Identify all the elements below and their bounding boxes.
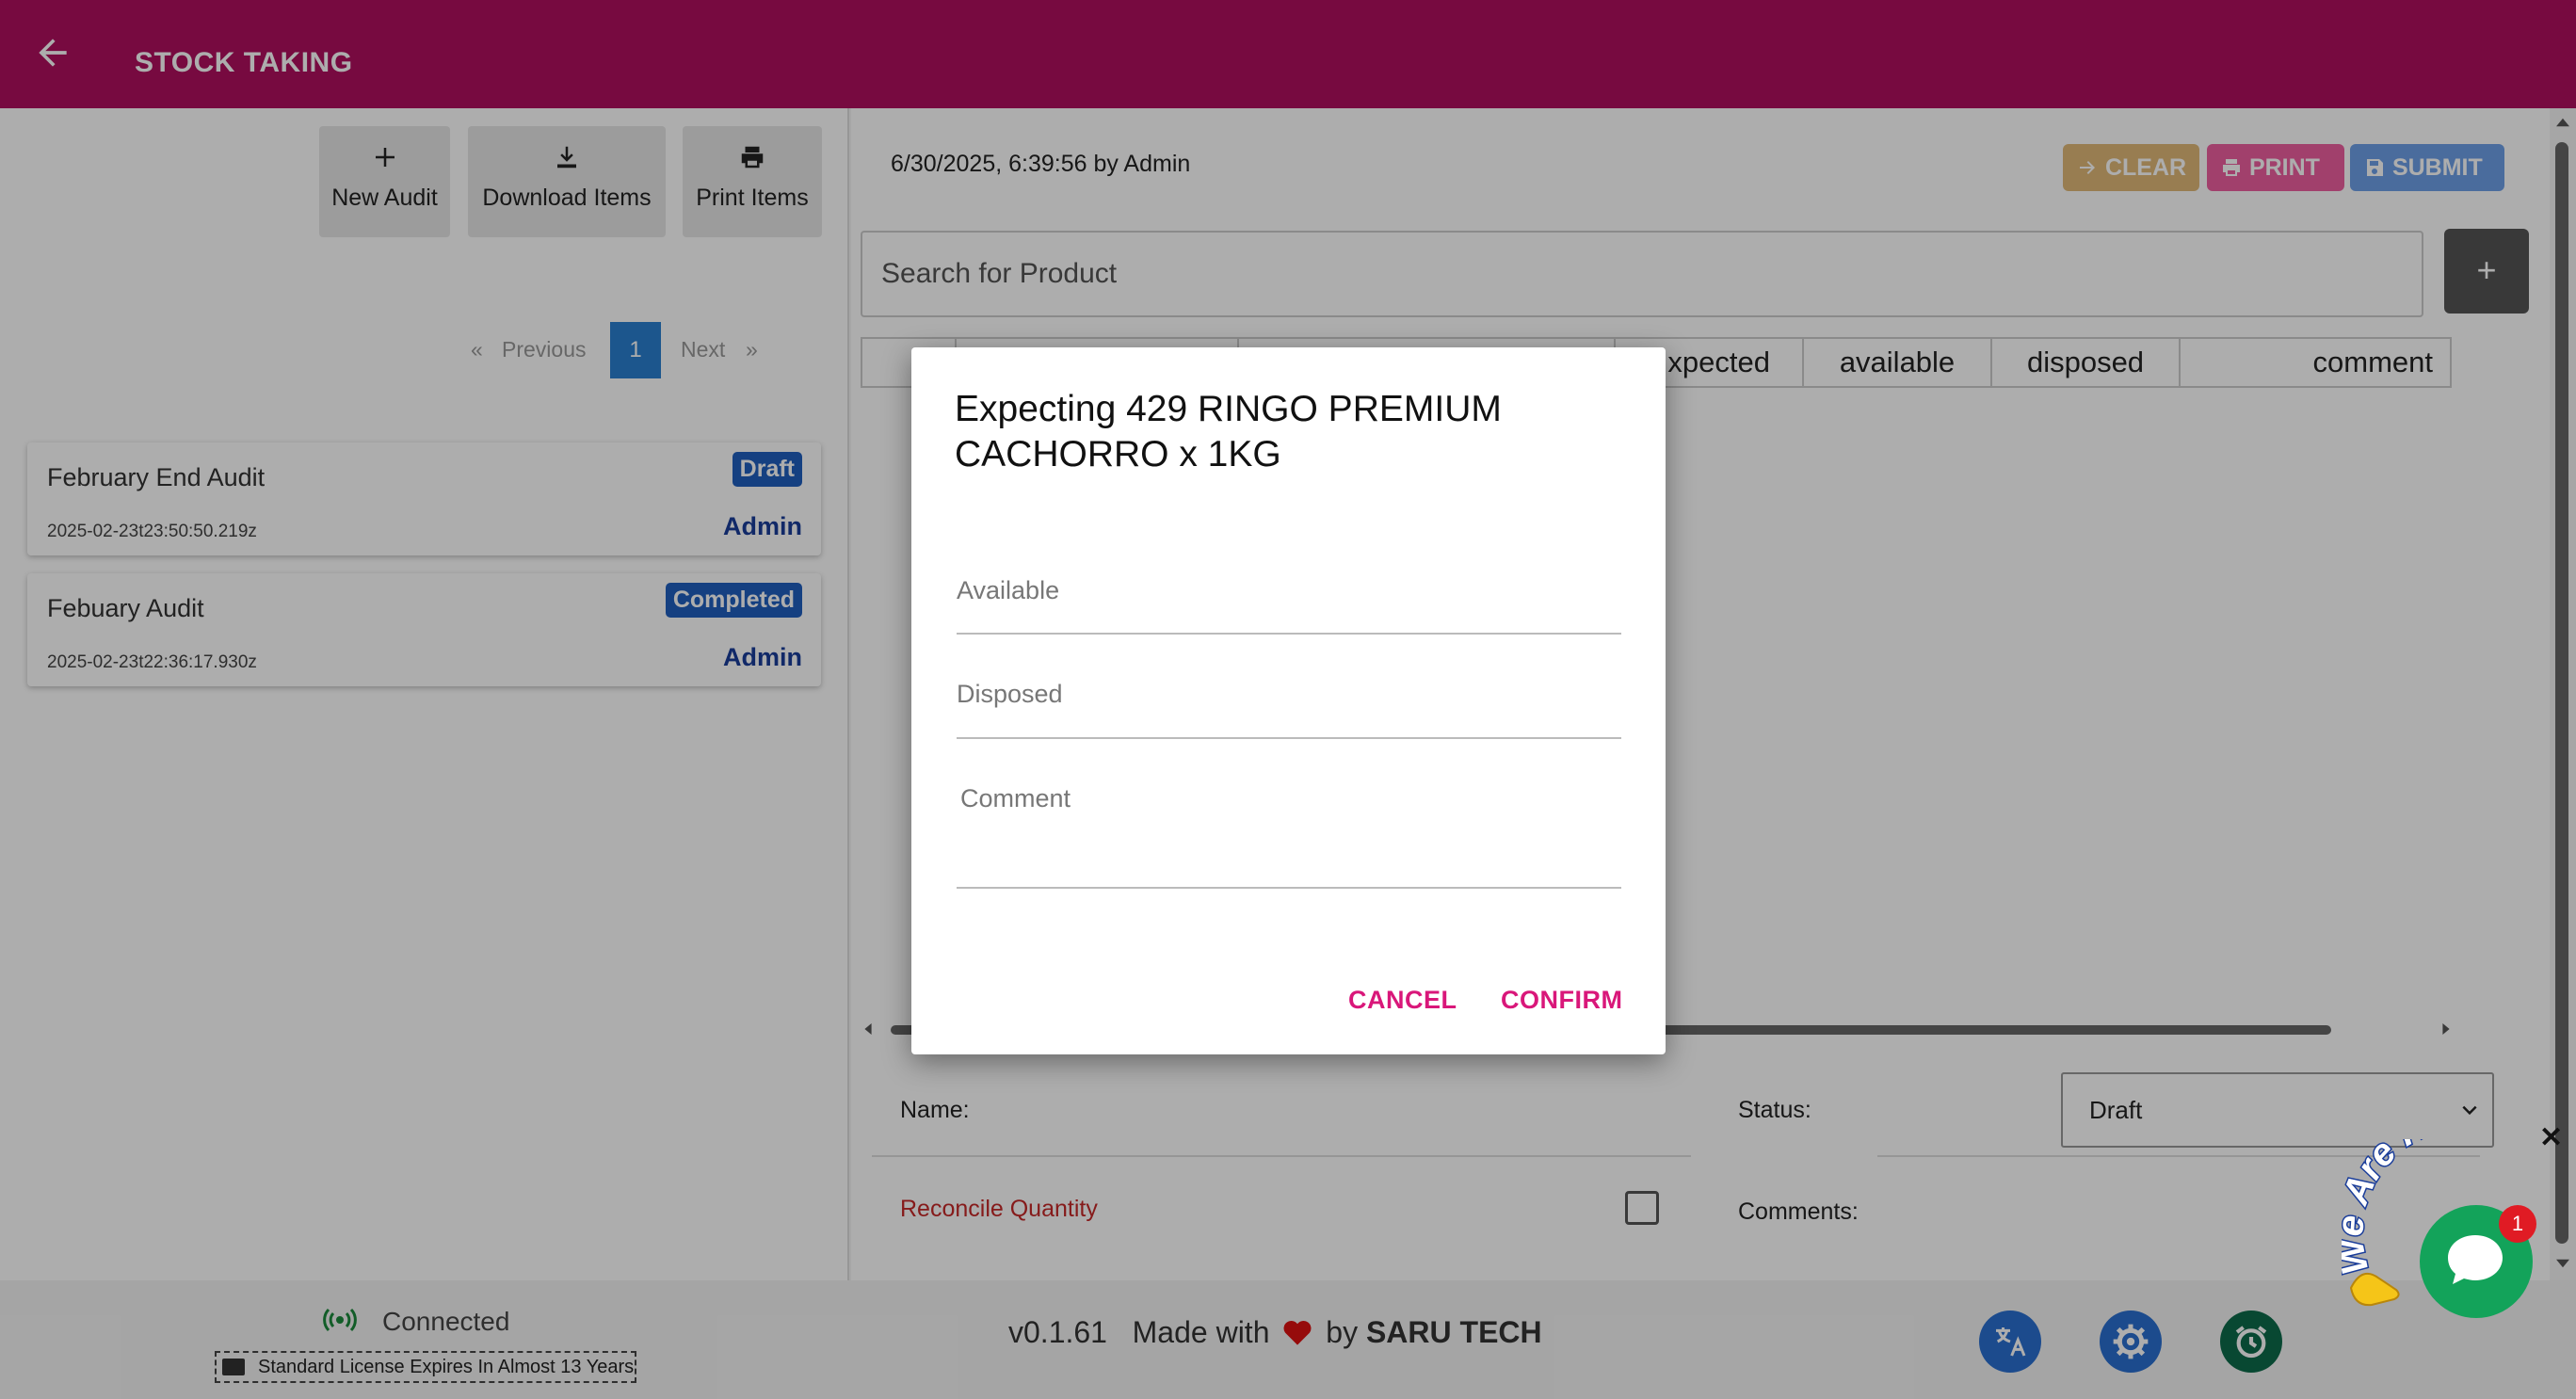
waving-hand-icon [2349, 1272, 2400, 1307]
chat-bubble-icon [2448, 1235, 2503, 1284]
available-input[interactable]: Available [957, 576, 1621, 635]
chat-launcher[interactable]: 1 [2420, 1205, 2536, 1318]
unread-count-badge: 1 [2499, 1205, 2536, 1243]
close-chat-icon[interactable]: ✕ [2539, 1121, 2563, 1154]
disposed-input[interactable]: Disposed [957, 680, 1621, 739]
comment-textarea[interactable]: Comment [957, 784, 1621, 889]
dialog-title: Expecting 429 RINGO PREMIUM CACHORRO x 1… [955, 389, 1502, 474]
stock-entry-dialog: Expecting 429 RINGO PREMIUM CACHORRO x 1… [911, 347, 1666, 1054]
cancel-button[interactable]: CANCEL [1348, 986, 1457, 1015]
confirm-button[interactable]: CONFIRM [1501, 986, 1622, 1015]
